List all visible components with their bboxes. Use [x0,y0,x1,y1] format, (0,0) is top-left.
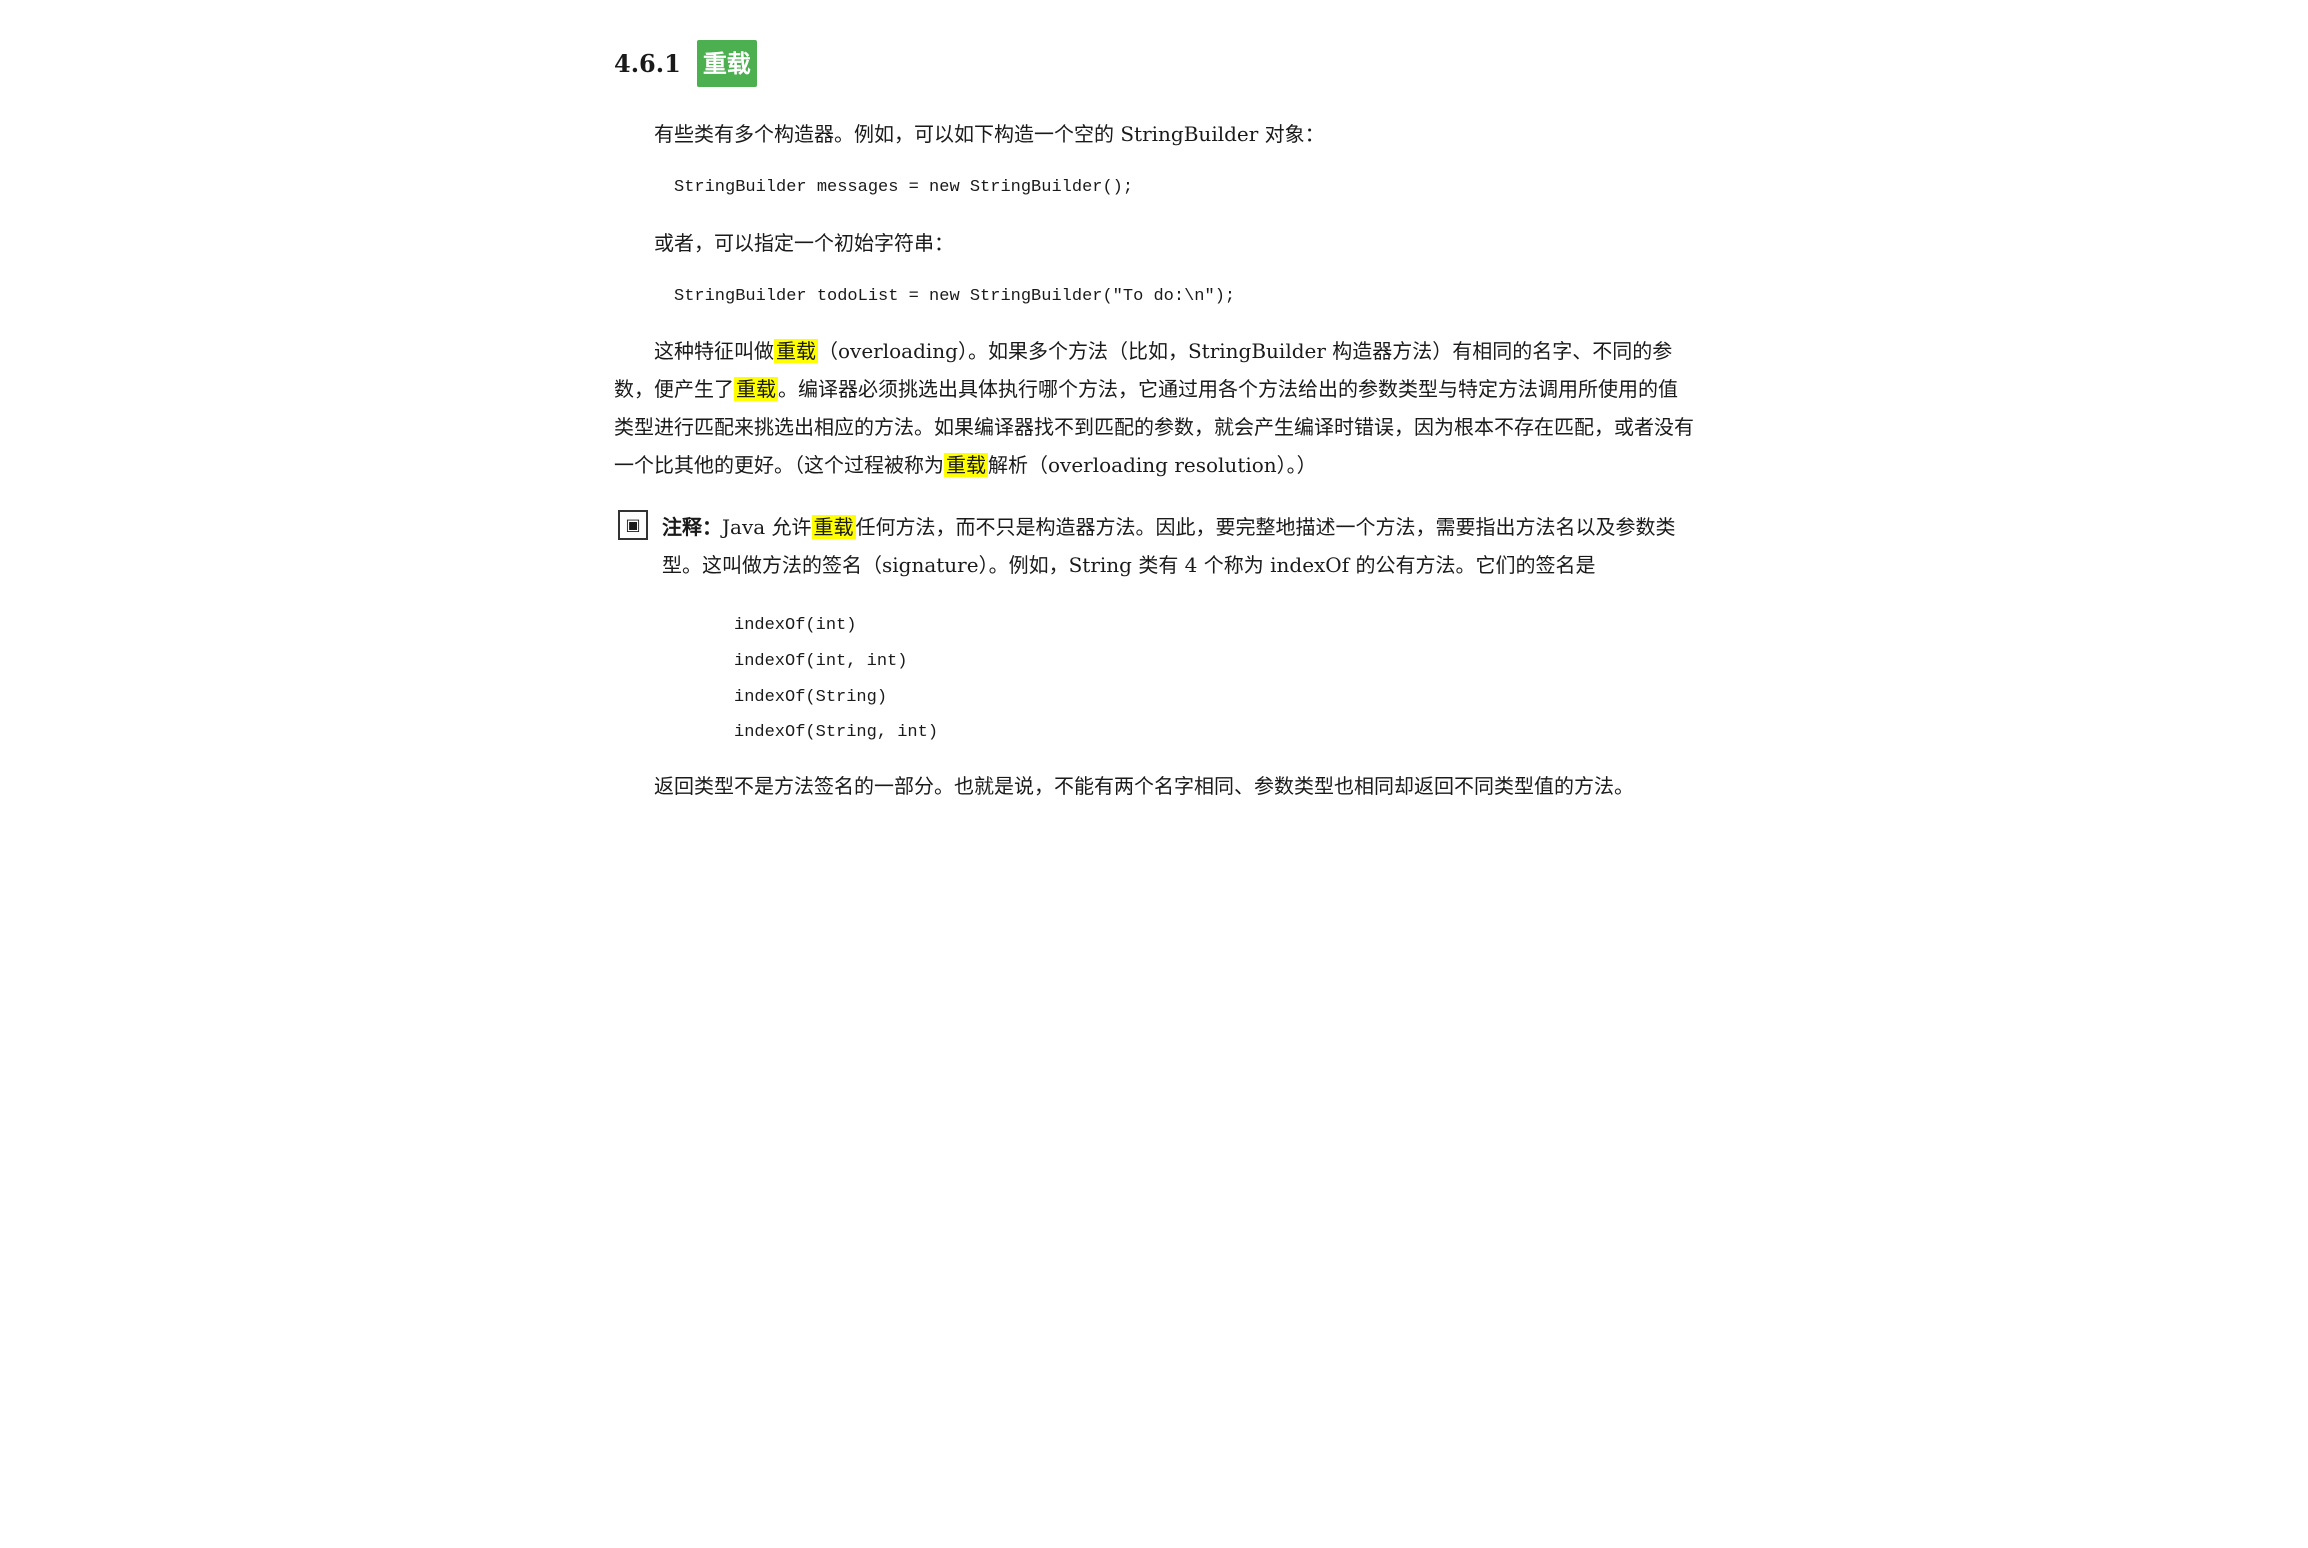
method-item-4: indexOf(String, int) [734,715,1694,751]
method-item-2: indexOf(int, int) [734,644,1694,680]
or-paragraph: 或者，可以指定一个初始字符串： [614,224,1694,262]
highlight-overloading-1: 重载 [774,339,818,363]
methods-list: indexOf(int) indexOf(int, int) indexOf(S… [734,608,1694,751]
method-item-1: indexOf(int) [734,608,1694,644]
note-content: 注释：Java 允许重载任何方法，而不只是构造器方法。因此，要完整地描述一个方法… [662,508,1694,584]
note-box: ▣ 注释：Java 允许重载任何方法，而不只是构造器方法。因此，要完整地描述一个… [614,508,1694,584]
note-text1: Java 允许 [722,515,812,539]
section-number: 4.6.1 [614,42,681,85]
note-label: 注释： [662,515,722,539]
section-header: 4.6.1 重载 [614,40,1694,87]
main-text-part1: 这种特征叫做 [654,339,774,363]
section-title: 重载 [697,40,757,87]
note-icon: ▣ [618,510,648,540]
highlight-overloading-2: 重载 [734,377,778,401]
highlight-overloading-note: 重载 [812,515,856,539]
code-block-2: StringBuilder todoList = new StringBuild… [674,282,1694,313]
intro-paragraph: 有些类有多个构造器。例如，可以如下构造一个空的 StringBuilder 对象… [614,115,1694,153]
highlight-overloading-3: 重载 [944,453,988,477]
code-block-1: StringBuilder messages = new StringBuild… [674,173,1694,204]
method-item-3: indexOf(String) [734,680,1694,716]
bottom-paragraph: 返回类型不是方法签名的一部分。也就是说，不能有两个名字相同、参数类型也相同却返回… [614,767,1694,805]
main-paragraph: 这种特征叫做重载（overloading）。如果多个方法（比如，StringBu… [614,332,1694,484]
main-text-part4: 解析（overloading resolution）。） [988,453,1317,477]
